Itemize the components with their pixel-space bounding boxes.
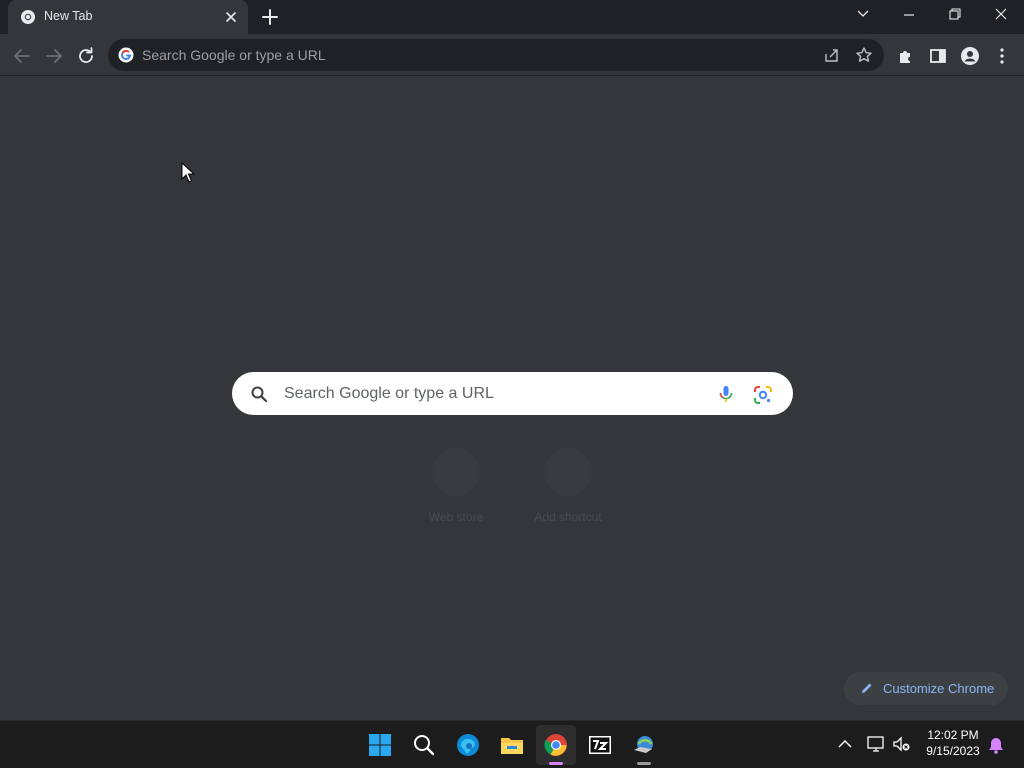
taskbar-7zip[interactable] [580, 725, 620, 765]
web-store-tile-icon [432, 448, 480, 496]
clock-time: 12:02 PM [927, 728, 979, 742]
internet-download-manager-icon [634, 736, 653, 753]
active-app-indicator [549, 762, 563, 765]
customize-chrome-button[interactable]: Customize Chrome [844, 672, 1008, 705]
taskbar: 12:02 PM 9/15/2023 [0, 720, 1024, 768]
start-button[interactable] [360, 725, 400, 765]
taskbar-chrome[interactable] [536, 725, 576, 765]
show-hidden-icons-chevron-icon[interactable] [835, 734, 855, 754]
minimize-button[interactable] [886, 0, 932, 30]
share-icon[interactable] [822, 45, 842, 65]
file-explorer-icon [501, 738, 523, 754]
customize-chrome-label: Customize Chrome [883, 681, 995, 696]
shortcut-web-store[interactable]: Web store [408, 448, 504, 538]
google-lens-icon[interactable] [752, 384, 774, 406]
taskbar-search-button[interactable] [404, 725, 444, 765]
shortcut-add[interactable]: Add shortcut [520, 448, 616, 538]
windows-start-icon [369, 734, 391, 756]
running-app-indicator [637, 762, 651, 765]
reload-button[interactable] [72, 42, 100, 70]
taskbar-idm[interactable] [624, 725, 664, 765]
screen: New Tab Search Google or type a URL Sear… [0, 0, 1024, 768]
taskbar-file-explorer[interactable] [492, 725, 532, 765]
chrome-icon [544, 734, 567, 756]
pencil-icon [862, 683, 872, 693]
search-icon [414, 735, 435, 756]
tab-search-chevron-icon[interactable] [840, 0, 886, 30]
ntp-search-box[interactable]: Search Google or type a URL [232, 372, 793, 415]
tab-new-tab[interactable]: New Tab [8, 0, 248, 34]
voice-search-mic-icon[interactable] [716, 384, 736, 404]
omnibox[interactable]: Search Google or type a URL [108, 39, 884, 71]
new-tab-button[interactable] [258, 5, 282, 29]
forward-button[interactable] [40, 42, 68, 70]
google-g-icon [118, 47, 134, 63]
volume-muted-icon[interactable] [892, 734, 912, 754]
close-tab-icon[interactable] [222, 8, 240, 26]
taskbar-edge[interactable] [448, 725, 488, 765]
chrome-favicon-icon [21, 10, 35, 24]
tab-strip: New Tab [0, 0, 1024, 34]
bookmark-star-icon[interactable] [854, 45, 874, 65]
mouse-cursor-icon [181, 162, 195, 183]
clock-date: 9/15/2023 [926, 744, 980, 758]
notification-bell-icon[interactable] [986, 735, 1006, 755]
omnibox-placeholder: Search Google or type a URL [142, 47, 326, 63]
shortcut-label: Add shortcut [534, 510, 602, 524]
tab-title: New Tab [44, 9, 93, 23]
close-window-button[interactable] [978, 0, 1024, 30]
back-button[interactable] [8, 42, 36, 70]
toolbar: Search Google or type a URL [0, 34, 1024, 76]
search-icon [251, 386, 268, 403]
network-icon[interactable] [866, 734, 886, 754]
menu-kebab-icon[interactable] [988, 42, 1016, 70]
system-clock[interactable]: 12:02 PM 9/15/2023 [918, 727, 988, 759]
7zip-icon [589, 736, 611, 754]
extensions-icon[interactable] [892, 42, 920, 70]
edge-icon [457, 734, 479, 756]
profile-avatar[interactable] [956, 42, 984, 70]
restore-button[interactable] [932, 0, 978, 30]
add-shortcut-tile-icon [544, 448, 592, 496]
side-panel-icon[interactable] [924, 42, 952, 70]
shortcut-label: Web store [428, 510, 484, 524]
ntp-search-placeholder: Search Google or type a URL [284, 385, 494, 402]
